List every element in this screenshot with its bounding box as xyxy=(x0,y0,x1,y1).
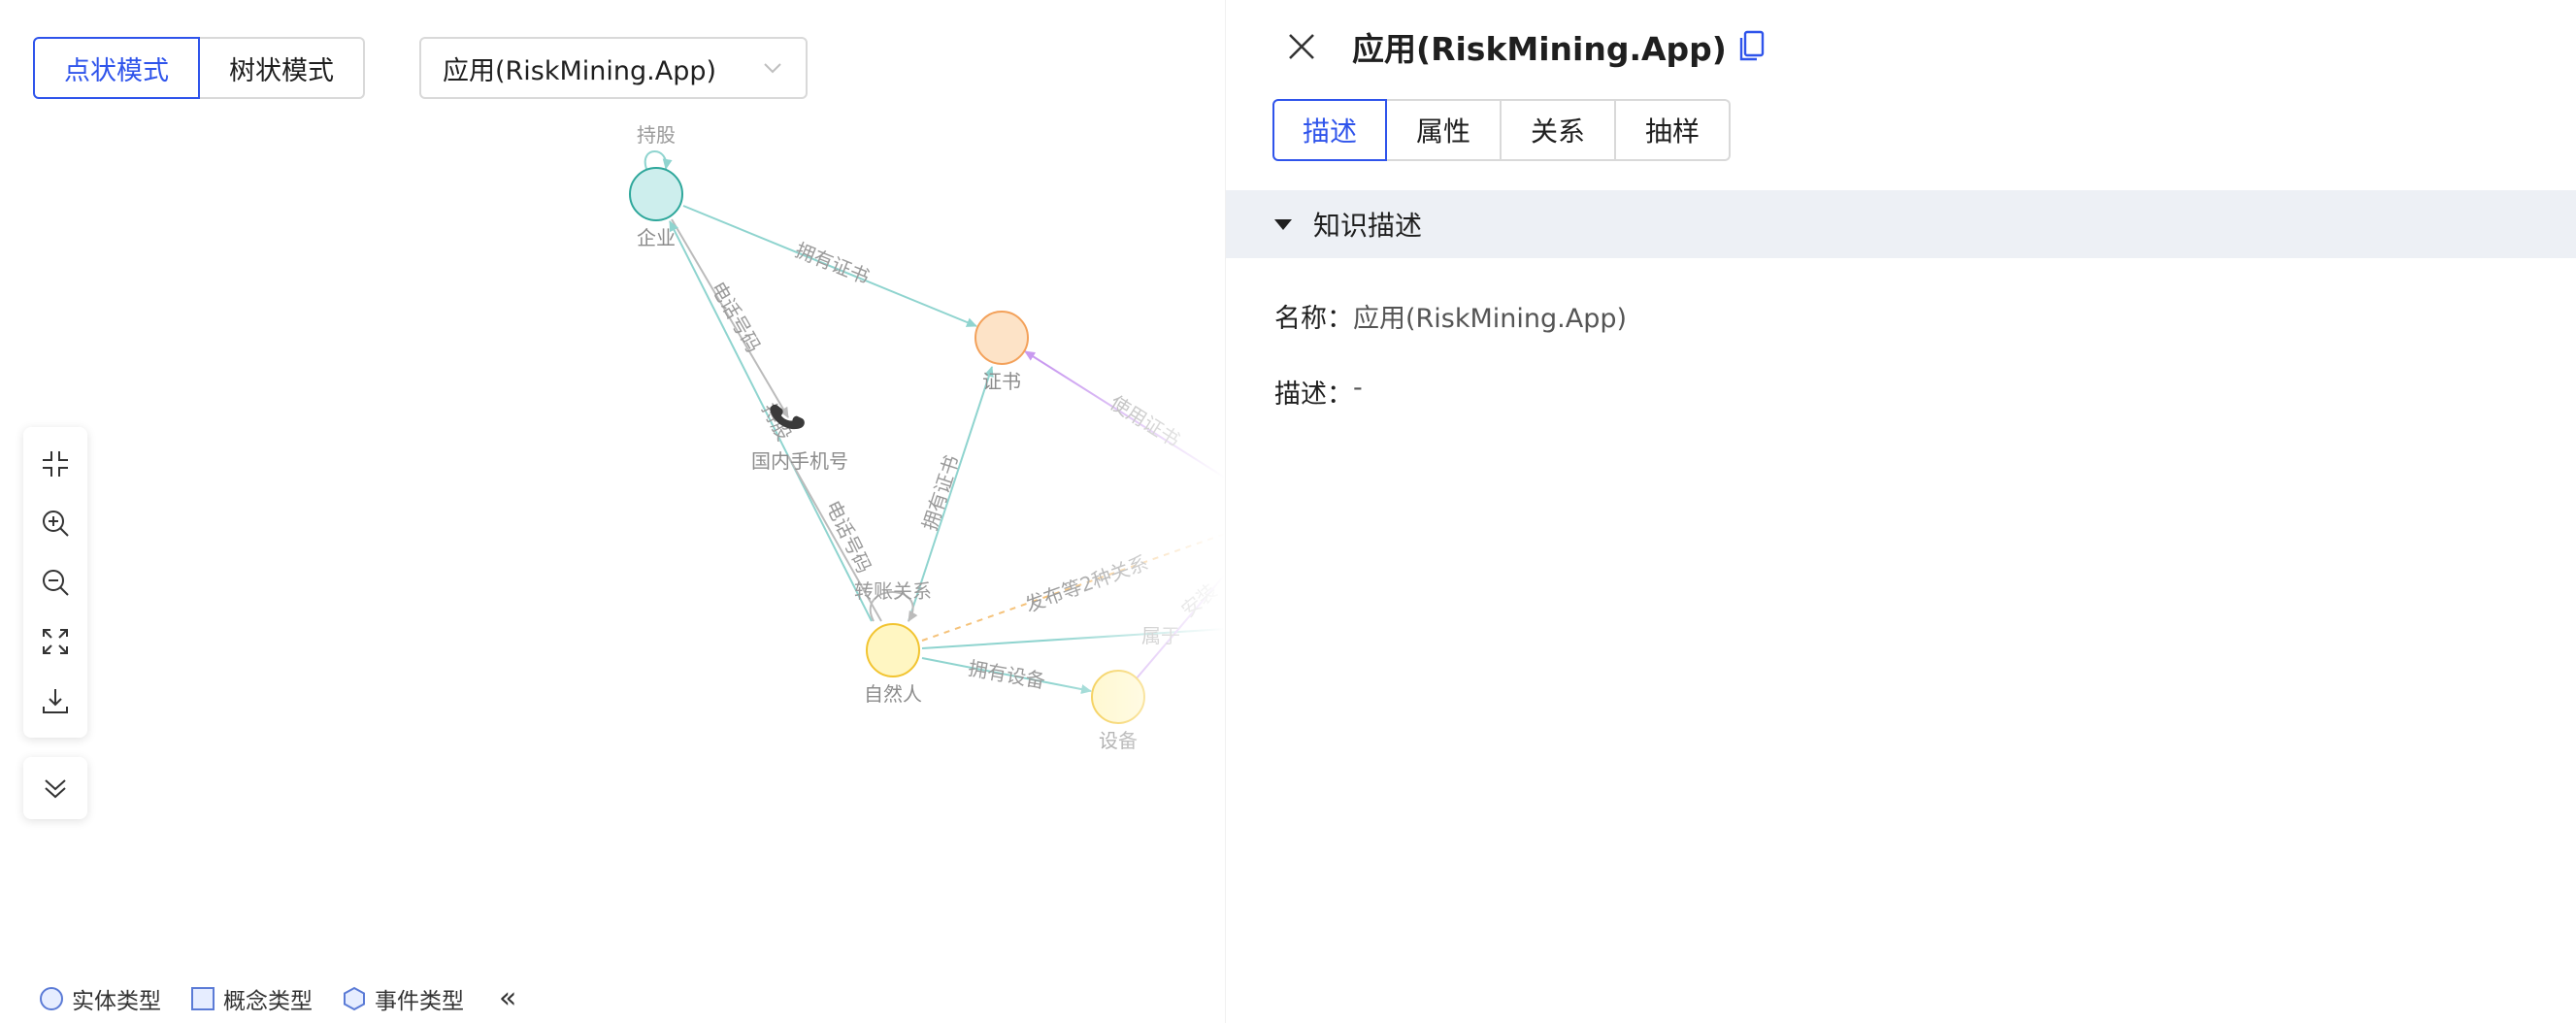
legend-toggle-button[interactable]: « xyxy=(499,984,516,1013)
legend-label: 概念类型 xyxy=(223,989,313,1014)
node-person-circle[interactable] xyxy=(866,623,920,677)
node-label: 设备 xyxy=(1099,729,1138,752)
field-label: 描述： xyxy=(1274,380,1353,410)
tab-sampling[interactable]: 抽样 xyxy=(1616,99,1731,161)
node-label: 自然人 xyxy=(864,682,922,706)
type-select[interactable]: 应用(RiskMining.App) xyxy=(419,37,808,99)
close-button[interactable] xyxy=(1284,29,1319,64)
edge-label: 拥有证书 xyxy=(792,238,873,288)
node-label: 企业 xyxy=(637,226,676,249)
legend-event[interactable]: 事件类型 xyxy=(342,982,464,1015)
detail-panel: 应用(RiskMining.App) 描述 属性 关系 抽样 知识描述 名称： … xyxy=(1225,0,2576,1023)
knowledge-description-section[interactable]: 知识描述 xyxy=(1226,190,2576,258)
field-label: 名称： xyxy=(1274,304,1353,334)
edge-label: 持股 xyxy=(637,123,676,147)
edge-label: 电话号码 xyxy=(707,278,766,356)
tab-properties[interactable]: 属性 xyxy=(1387,99,1502,161)
zoom-out-button[interactable] xyxy=(34,561,77,604)
edge-label: 拥有证书 xyxy=(918,452,965,534)
expand-icon xyxy=(43,628,68,654)
legend-entity[interactable]: 实体类型 xyxy=(39,982,161,1015)
edge-label: 属于 xyxy=(1141,624,1180,647)
edge-label: 使用证书 xyxy=(1106,391,1184,452)
node-label: 证书 xyxy=(982,370,1021,393)
mode-switch: 点状模式 树状模式 xyxy=(33,37,365,99)
panel-tabs: 描述 属性 关系 抽样 xyxy=(1272,99,1731,161)
panel-header: 应用(RiskMining.App) xyxy=(1284,19,1766,74)
edge-enterprise-self[interactable] xyxy=(644,150,673,170)
copy-button[interactable] xyxy=(1736,30,1766,63)
zoom-in-icon xyxy=(43,511,69,537)
node-label: 国内手机号 xyxy=(751,449,848,473)
field-description-row: 描述： - xyxy=(1274,373,1363,411)
legend-label: 事件类型 xyxy=(375,989,464,1014)
copy-icon xyxy=(1739,30,1765,61)
type-select-value: 应用(RiskMining.App) xyxy=(443,55,717,86)
tab-description[interactable]: 描述 xyxy=(1272,99,1387,161)
concept-square-icon xyxy=(191,987,215,1010)
event-hexagon-icon xyxy=(344,986,365,1011)
dot-mode-button[interactable]: 点状模式 xyxy=(33,37,200,99)
chevron-down-icon xyxy=(764,63,781,74)
edge-label: 发布等2种关系 xyxy=(1022,550,1151,616)
close-icon xyxy=(1289,34,1314,59)
download-button[interactable] xyxy=(34,679,77,722)
field-value: 应用(RiskMining.App) xyxy=(1353,304,1628,334)
collapse-toolbar-button[interactable] xyxy=(23,757,87,819)
fit-view-button[interactable] xyxy=(34,620,77,663)
fit-center-button[interactable] xyxy=(34,443,77,485)
section-title: 知识描述 xyxy=(1313,210,1423,242)
zoom-out-icon xyxy=(43,569,69,596)
node-device-circle[interactable] xyxy=(1091,670,1145,724)
node-cert[interactable]: 证书 xyxy=(974,311,1029,393)
double-chevron-down-icon xyxy=(45,779,66,799)
node-cert-circle[interactable] xyxy=(974,311,1029,365)
compress-icon xyxy=(43,451,68,478)
entity-circle-icon xyxy=(40,987,63,1010)
legend-label: 实体类型 xyxy=(72,989,161,1014)
legend: 实体类型 概念类型 事件类型 « xyxy=(39,982,516,1015)
node-person[interactable]: 自然人 xyxy=(864,623,922,706)
graph-canvas[interactable]: 持股 拥有证书 电话号码 持股 电话号码 拥有证书 使用证书 转账关系 发布等2… xyxy=(0,0,1225,1023)
graph-toolbar xyxy=(23,427,87,738)
tab-relations[interactable]: 关系 xyxy=(1502,99,1616,161)
legend-concept[interactable]: 概念类型 xyxy=(190,982,313,1015)
node-enterprise-circle[interactable] xyxy=(629,167,683,221)
panel-title: 应用(RiskMining.App) xyxy=(1352,30,1727,68)
field-name-row: 名称： 应用(RiskMining.App) xyxy=(1274,297,1627,335)
caret-down-icon xyxy=(1274,218,1292,230)
node-device[interactable]: 设备 xyxy=(1091,670,1145,752)
node-enterprise[interactable]: 企业 xyxy=(629,167,683,249)
download-icon xyxy=(43,688,68,713)
edge-label: 转账关系 xyxy=(854,579,932,603)
zoom-in-button[interactable] xyxy=(34,502,77,544)
edge-label: 拥有设备 xyxy=(967,656,1047,693)
graph-svg[interactable]: 持股 拥有证书 电话号码 持股 电话号码 拥有证书 使用证书 转账关系 发布等2… xyxy=(0,0,1225,1023)
tree-mode-button[interactable]: 树状模式 xyxy=(200,37,365,99)
field-value: - xyxy=(1353,373,1363,403)
